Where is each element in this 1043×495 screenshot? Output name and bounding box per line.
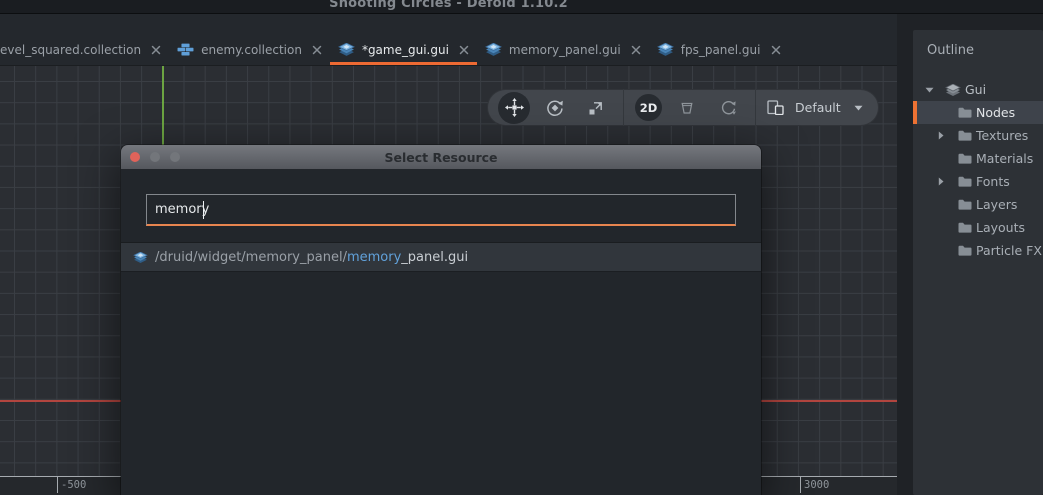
layout-selector-value: Default (795, 100, 841, 115)
toolbar-separator (755, 89, 756, 126)
gui-icon (657, 43, 674, 56)
outline-panel-title: Outline (927, 43, 974, 58)
resource-path: /druid/widget/memory_panel/memory_panel.… (155, 250, 468, 265)
editor-tab-bar: evel_squared.collection enemy.collection… (0, 14, 897, 66)
tab-label: *game_gui.gui (362, 43, 449, 57)
dialog-titlebar[interactable]: Select Resource (121, 145, 761, 169)
outline-item-label: Fonts (976, 174, 1010, 189)
close-icon[interactable] (459, 45, 469, 55)
scale-tool-icon (588, 100, 604, 116)
dropdown-caret-icon (854, 105, 863, 111)
outline-item-label: Materials (976, 151, 1033, 166)
close-icon[interactable] (151, 45, 161, 55)
outline-item-textures[interactable]: Textures (913, 124, 1043, 147)
folder-icon (958, 245, 972, 256)
ruler-label-right: 3000 (804, 479, 829, 491)
tab-level-squared-collection[interactable]: evel_squared.collection (0, 37, 169, 65)
defold-editor-window: Shooting Circles - Defold 1.10.2 evel_sq… (0, 0, 1043, 495)
window-titlebar: Shooting Circles - Defold 1.10.2 (0, 0, 1043, 13)
traffic-lights (130, 145, 180, 169)
collapse-caret-icon[interactable] (925, 87, 941, 93)
frustum-icon (679, 101, 695, 115)
resource-result-row[interactable]: /druid/widget/memory_panel/memory_panel.… (121, 243, 761, 272)
gui-icon (945, 84, 961, 96)
tab-fps-panel-gui[interactable]: fps_panel.gui (649, 37, 789, 65)
close-icon[interactable] (771, 45, 781, 55)
gui-icon (133, 252, 148, 263)
resource-path-suffix: _panel.gui (401, 250, 468, 265)
resource-path-match: memory (347, 250, 401, 265)
move-tool-icon (505, 98, 524, 117)
close-icon[interactable] (312, 45, 322, 55)
outline-item-layers[interactable]: Layers (913, 193, 1043, 216)
outline-panel: Outline Gui Nodes Textures (913, 30, 1043, 495)
gui-icon (485, 43, 502, 56)
dialog-body: /druid/widget/memory_panel/memory_panel.… (121, 169, 761, 272)
folder-icon (958, 222, 972, 233)
outline-tree: Gui Nodes Textures Materials (913, 78, 1043, 262)
outline-item-label: Layouts (976, 220, 1025, 235)
toolbar-separator (623, 89, 624, 126)
close-icon[interactable] (631, 45, 641, 55)
tab-label: enemy.collection (201, 43, 302, 57)
reload-button[interactable] (712, 92, 744, 124)
tab-label: evel_squared.collection (0, 43, 141, 57)
layout-selector-dropdown[interactable] (854, 105, 863, 111)
outline-item-label: Textures (976, 128, 1028, 143)
right-dock: Outline Gui Nodes Textures (897, 14, 1043, 495)
expand-caret-icon[interactable] (938, 177, 954, 186)
2d-mode-button[interactable]: 2D (635, 94, 662, 121)
dialog-title: Select Resource (384, 150, 497, 165)
outline-item-label: Gui (965, 82, 986, 97)
outline-item-label: Layers (976, 197, 1017, 212)
folder-icon (958, 176, 972, 187)
outline-item-materials[interactable]: Materials (913, 147, 1043, 170)
tab-memory-panel-gui[interactable]: memory_panel.gui (477, 37, 649, 65)
tab-enemy-collection[interactable]: enemy.collection (169, 37, 330, 65)
zoom-window-button[interactable] (170, 152, 180, 162)
tab-label: fps_panel.gui (681, 43, 761, 57)
ruler-tick (57, 476, 58, 493)
viewport-toolbar: 2D Default (487, 89, 879, 126)
tab-game-gui[interactable]: *game_gui.gui (330, 37, 477, 65)
folder-icon (958, 130, 972, 141)
outline-item-label: Nodes (976, 105, 1015, 120)
outline-item-fonts[interactable]: Fonts (913, 170, 1043, 193)
gui-icon (338, 43, 355, 56)
outline-item-layouts[interactable]: Layouts (913, 216, 1043, 239)
select-resource-dialog: Select Resource /druid/widget/memory_pan… (121, 145, 761, 495)
folder-icon (958, 153, 972, 164)
tab-label: memory_panel.gui (509, 43, 621, 57)
folder-icon (958, 199, 972, 210)
reload-icon (720, 100, 737, 116)
rotate-tool-icon (546, 99, 564, 117)
outline-item-gui[interactable]: Gui (913, 78, 1043, 101)
close-window-button[interactable] (130, 152, 140, 162)
move-tool-button[interactable] (498, 92, 530, 124)
layout-device-icon (767, 100, 784, 115)
window-title: Shooting Circles - Defold 1.10.2 (0, 0, 897, 11)
ruler-tick (800, 476, 801, 493)
scale-tool-button[interactable] (580, 92, 612, 124)
resource-search-input[interactable] (146, 194, 736, 226)
frustum-culling-button[interactable] (671, 92, 703, 124)
minimize-window-button[interactable] (150, 152, 160, 162)
rotate-tool-button[interactable] (539, 92, 571, 124)
collection-icon (177, 43, 194, 56)
folder-icon (958, 107, 972, 118)
ruler-label-left: -500 (61, 479, 86, 491)
resource-path-prefix: /druid/widget/memory_panel/ (155, 250, 347, 265)
outline-item-particle-fx[interactable]: Particle FX (913, 239, 1043, 262)
outline-item-label: Particle FX (976, 243, 1042, 258)
text-caret (203, 201, 204, 219)
resource-search-wrapper (146, 194, 736, 226)
outline-item-nodes[interactable]: Nodes (913, 101, 1043, 124)
expand-caret-icon[interactable] (938, 131, 954, 140)
